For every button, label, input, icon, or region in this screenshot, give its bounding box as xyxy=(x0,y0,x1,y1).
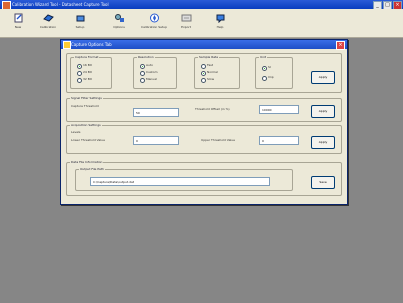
group-legend: Resolution xyxy=(137,55,155,59)
lower-threshold-label: Lower Threshold Value xyxy=(71,138,105,142)
radio-button[interactable] xyxy=(201,71,206,76)
radio-button[interactable] xyxy=(201,64,206,69)
new-doc-icon xyxy=(13,13,24,23)
capture-format-group: Capture Format 16 Bit 24 Bit 32 Bit xyxy=(70,55,112,89)
group-legend: Unit xyxy=(259,55,268,59)
setup-icon xyxy=(75,13,86,23)
upper-threshold-input[interactable]: 0 xyxy=(259,136,299,145)
radio-button[interactable] xyxy=(77,78,82,83)
calibration-icon xyxy=(42,13,54,23)
radio-label: Auto xyxy=(146,63,153,67)
radio-button[interactable] xyxy=(77,64,82,69)
apply-filter-button[interactable]: Apply xyxy=(311,105,335,118)
radio-button[interactable] xyxy=(140,71,145,76)
apply-acquisition-button[interactable]: Apply xyxy=(311,136,335,149)
lower-threshold-input[interactable]: 0 xyxy=(133,136,179,145)
capture-threshold-input[interactable]: 50 xyxy=(133,108,179,117)
app-title-bar: Calibration Wizard Tool - Datasheet Capt… xyxy=(0,0,403,10)
data-file-group: Data File Information Output File Path C… xyxy=(66,160,342,196)
toolbar-label: Options xyxy=(113,25,125,29)
compass-icon xyxy=(149,13,160,23)
sample-rate-group: Sample Rate Fast Normal Slow xyxy=(194,55,240,89)
upper-threshold-label: Upper Threshold Value xyxy=(201,138,236,142)
toolbar-label: Setup xyxy=(75,25,85,29)
resolution-group: Resolution Auto Custom Manual xyxy=(133,55,177,89)
dialog-title: Capture Options Tab xyxy=(71,42,112,47)
output-path-group: Output File Path C:\Capture\Data\output.… xyxy=(75,167,293,191)
dialog-close-button[interactable]: × xyxy=(336,41,345,50)
apply-options-button[interactable]: Apply xyxy=(311,71,335,84)
group-legend: Signal Filter Settings xyxy=(70,96,103,100)
radio-label: 16 Bit xyxy=(83,63,92,67)
toolbar-label: New xyxy=(14,25,22,29)
toolbar-export-button[interactable]: Export xyxy=(172,12,200,34)
unit-group: Unit SI Imp xyxy=(255,55,293,89)
toolbar-label: Help xyxy=(216,25,224,29)
radio-label: 32 Bit xyxy=(83,77,92,81)
threshold-offset-label: Threshold Offset (in %) xyxy=(195,107,230,111)
radio-label: Manual xyxy=(146,77,157,81)
save-file-button[interactable]: Save xyxy=(311,176,335,189)
radio-label: Slow xyxy=(207,77,215,81)
options-icon xyxy=(114,13,125,23)
group-legend: Output File Path xyxy=(79,167,105,171)
group-legend: Capture Format xyxy=(74,55,100,59)
acquisition-settings-group: Acquisition Settings Levels Lower Thresh… xyxy=(66,123,342,154)
radio-button[interactable] xyxy=(262,76,267,81)
group-legend: Sample Rate xyxy=(198,55,220,59)
radio-button[interactable] xyxy=(201,78,206,83)
dialog-title-bar: Capture Options Tab × xyxy=(61,40,347,50)
capture-threshold-label: Capture Threshold xyxy=(71,104,99,108)
radio-label: Custom xyxy=(146,70,158,74)
app-title: Calibration Wizard Tool - Datasheet Capt… xyxy=(12,2,109,7)
radio-label: Normal xyxy=(207,70,218,74)
levels-label: Levels xyxy=(71,130,81,134)
radio-button[interactable] xyxy=(77,71,82,76)
threshold-offset-input[interactable]: 10000 xyxy=(259,105,299,114)
group-legend: Acquisition Settings xyxy=(70,123,102,127)
toolbar-calibration-button[interactable]: Calibration xyxy=(34,12,62,34)
capture-options-dialog: Capture Options Tab × Capture Format 16 … xyxy=(60,39,348,205)
toolbar-options-button[interactable]: Options xyxy=(105,12,133,34)
toolbar-calibration-setup-button[interactable]: Calibration Setup xyxy=(140,12,168,34)
radio-label: Imp xyxy=(268,75,274,79)
radio-label: 24 Bit xyxy=(83,70,92,74)
help-icon xyxy=(215,13,226,24)
toolbar-label: Export xyxy=(181,25,191,29)
radio-button[interactable] xyxy=(140,64,145,69)
main-toolbar: New Calibration Setup Options Calibratio… xyxy=(0,9,403,38)
dialog-icon xyxy=(63,41,71,49)
toolbar-help-button[interactable]: Help xyxy=(206,12,234,34)
radio-label: SI xyxy=(268,65,271,69)
export-icon xyxy=(181,13,192,23)
toolbar-label: Calibration Setup xyxy=(140,25,167,29)
radio-label: Fast xyxy=(207,63,214,67)
toolbar-setup-button[interactable]: Setup xyxy=(66,12,94,34)
toolbar-new-button[interactable]: New xyxy=(4,12,32,34)
radio-button[interactable] xyxy=(262,66,267,71)
group-legend: Data File Information xyxy=(70,160,104,164)
radio-button[interactable] xyxy=(140,78,145,83)
output-path-input[interactable]: C:\Capture\Data\output.dat xyxy=(90,177,270,186)
signal-filter-group: Signal Filter Settings Capture Threshold… xyxy=(66,96,342,122)
toolbar-label: Calibration xyxy=(39,25,57,29)
